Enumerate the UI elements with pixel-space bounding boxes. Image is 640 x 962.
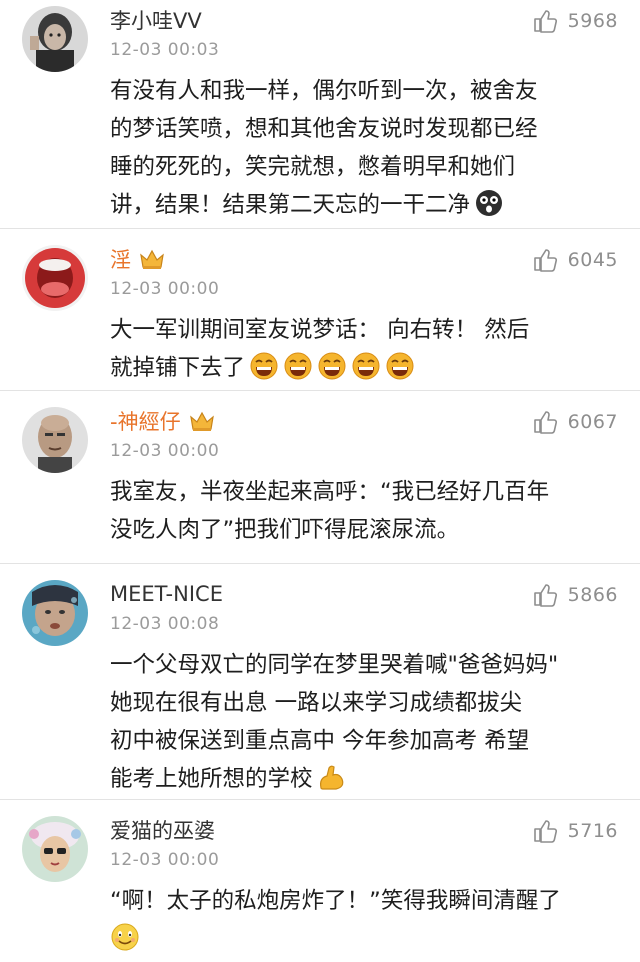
avatar[interactable] [22, 407, 88, 473]
laughing-emoji [249, 351, 279, 381]
timestamp: 12-03 00:00 [110, 850, 220, 870]
laughing-emoji [283, 351, 313, 381]
thumbs-up-icon [533, 820, 557, 843]
avatar[interactable] [22, 816, 88, 882]
username[interactable]: 淫 [110, 244, 131, 274]
like-button[interactable]: 6045 [532, 247, 618, 273]
comment-line: 讲，结果！结果第二天忘的一干二净 [110, 192, 471, 218]
comment-text: “啊！太子的私炮房炸了！”笑得我瞬间清醒了 [110, 882, 610, 958]
username[interactable]: -神經仔 [110, 406, 181, 436]
laughing-emoji [317, 351, 347, 381]
vip-crown-icon [140, 249, 164, 269]
thumbs-up-icon [533, 411, 557, 434]
comment-line: 大一军训期间室友说梦话： 向右转！ 然后 [110, 317, 530, 343]
comment-line: 她现在很有出息 一路以来学习成绩都拔尖 [110, 690, 523, 716]
thumbs-up-icon [533, 584, 557, 607]
comment-text: 有没有人和我一样，偶尔听到一次，被舍友 的梦话笑喷，想和其他舍友说时发现都已经 … [110, 72, 610, 224]
like-button[interactable]: 5866 [532, 582, 618, 608]
like-button[interactable]: 5716 [532, 818, 618, 844]
avatar[interactable] [22, 245, 88, 311]
comment-line: 没吃人肉了”把我们吓得屁滚尿流。 [110, 517, 460, 543]
like-button[interactable]: 6067 [532, 409, 618, 435]
timestamp: 12-03 00:00 [110, 279, 220, 299]
smile-emoji [110, 922, 140, 952]
comment-line: 能考上她所想的学校 [110, 766, 313, 792]
comment-item: 李小哇VV 12-03 00:03 5968 有没有人和我一样，偶尔听到一次，被… [0, 0, 640, 229]
comment-line: 就掉铺下去了 [110, 355, 246, 381]
comment-line: “啊！太子的私炮房炸了！”笑得我瞬间清醒了 [110, 888, 561, 914]
thumbs-up-icon [533, 10, 557, 33]
like-count: 6067 [567, 411, 618, 433]
comment-feed: 李小哇VV 12-03 00:03 5968 有没有人和我一样，偶尔听到一次，被… [0, 0, 640, 962]
comment-item: 爱猫的巫婆 12-03 00:00 5716 “啊！太子的私炮房炸了！”笑得我瞬… [0, 800, 640, 962]
avatar[interactable] [22, 580, 88, 646]
comment-item: -神經仔 12-03 00:00 6067 我室友，半夜坐起来高呼：“我已经好几… [0, 391, 640, 564]
comment-line: 的梦话笑喷，想和其他舍友说时发现都已经 [110, 116, 538, 142]
timestamp: 12-03 00:03 [110, 40, 220, 60]
comment-text: 大一军训期间室友说梦话： 向右转！ 然后 就掉铺下去了 [110, 311, 610, 387]
timestamp: 12-03 00:00 [110, 441, 220, 461]
vip-crown-icon [189, 411, 214, 431]
timestamp: 12-03 00:08 [110, 614, 220, 634]
comment-text: 一个父母双亡的同学在梦里哭着喊"爸爸妈妈" 她现在很有出息 一路以来学习成绩都拔… [110, 646, 610, 798]
like-count: 5866 [567, 584, 618, 606]
like-button[interactable]: 5968 [532, 8, 618, 34]
comment-item: 淫 12-03 00:00 6045 大一军训期间室友说梦话： 向右转！ 然后 … [0, 229, 640, 391]
username[interactable]: MEET-NICE [110, 582, 223, 606]
comment-line: 有没有人和我一样，偶尔听到一次，被舍友 [110, 78, 538, 104]
comment-line: 睡的死死的，笑完就想，憋着明早和她们 [110, 154, 516, 180]
comment-line: 我室友，半夜坐起来高呼：“我已经好几百年 [110, 479, 550, 505]
thumbs-up-icon [533, 249, 557, 272]
username[interactable]: 李小哇VV [110, 5, 202, 35]
avatar[interactable] [22, 6, 88, 72]
comment-text: 我室友，半夜坐起来高呼：“我已经好几百年 没吃人肉了”把我们吓得屁滚尿流。 [110, 473, 610, 549]
laughing-emoji [351, 351, 381, 381]
laughing-emoji [385, 351, 415, 381]
like-count: 5716 [567, 820, 618, 842]
username[interactable]: 爱猫的巫婆 [110, 815, 215, 845]
comment-item: MEET-NICE 12-03 00:08 5866 一个父母双亡的同学在梦里哭… [0, 564, 640, 800]
like-count: 5968 [567, 10, 618, 32]
comment-line: 初中被保送到重点高中 今年参加高考 希望 [110, 728, 530, 754]
strong-arm-emoji [317, 762, 347, 792]
like-count: 6045 [567, 249, 618, 271]
shocked-emoji [474, 188, 504, 218]
comment-line: 一个父母双亡的同学在梦里哭着喊"爸爸妈妈" [110, 652, 559, 678]
